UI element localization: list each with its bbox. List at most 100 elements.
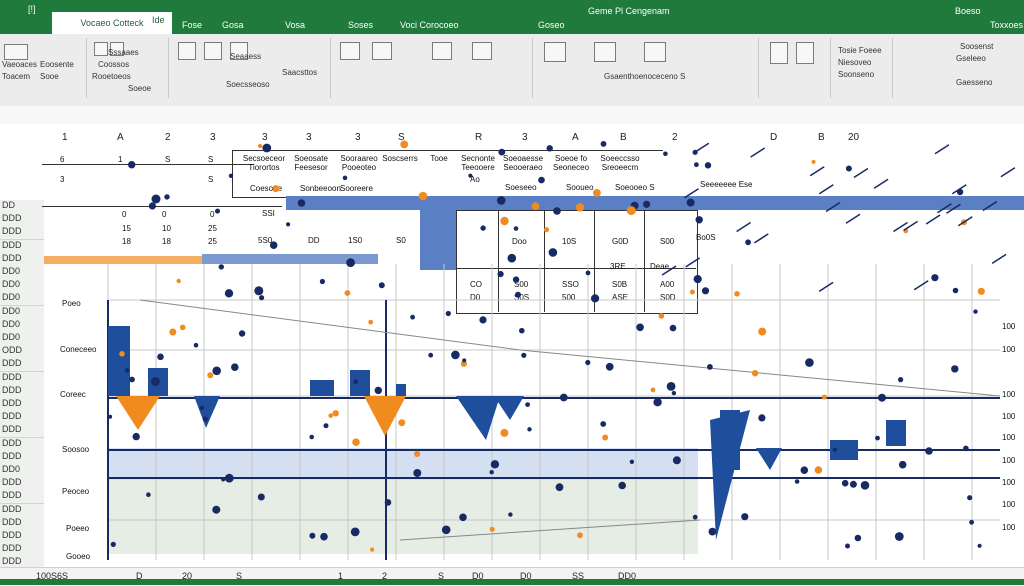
scatter-point	[585, 359, 591, 366]
scatter-point	[963, 445, 969, 452]
scatter-point	[199, 405, 205, 411]
scatter-point	[320, 532, 328, 541]
scatter-point	[898, 460, 907, 469]
scatter-point	[119, 351, 125, 357]
right-axis-label: 100	[1002, 433, 1016, 442]
triangle-marker	[364, 396, 406, 436]
scatter-point	[202, 416, 208, 422]
scatter-point	[751, 370, 759, 377]
scatter-point	[694, 162, 699, 168]
triangle-marker	[494, 396, 524, 420]
header-band	[420, 196, 456, 270]
scatter-point	[428, 352, 434, 358]
scatter-point	[543, 227, 550, 233]
scatter-point	[845, 543, 850, 549]
scatter-point	[319, 278, 325, 285]
scatter-point	[445, 310, 451, 317]
scatter-point	[262, 143, 272, 153]
scatter-point	[618, 481, 626, 490]
scatter-point	[414, 450, 421, 457]
right-axis-label: 100	[1002, 390, 1016, 399]
scatter-point	[794, 479, 800, 484]
scatter-point	[555, 483, 564, 492]
y-axis-label: Soosoo	[62, 445, 90, 454]
scatter-point	[701, 287, 710, 295]
scatter-point	[297, 199, 306, 207]
scatter-point	[653, 398, 662, 407]
scatter-point	[546, 145, 553, 152]
scatter-point	[398, 419, 406, 427]
scatter-point	[164, 194, 170, 200]
scatter-point	[346, 258, 355, 268]
scatter-point	[519, 327, 525, 334]
streak-line	[753, 233, 769, 244]
bar	[108, 326, 130, 396]
scatter-point	[512, 276, 520, 283]
scatter-point	[875, 435, 880, 441]
scatter-point	[704, 162, 712, 169]
band-blue	[108, 448, 698, 480]
scatter-point	[686, 198, 695, 207]
trend-line	[139, 299, 1001, 397]
scatter-point	[841, 479, 849, 487]
scatter-point	[258, 143, 263, 149]
scatter-point	[238, 330, 246, 337]
streak-line	[818, 281, 834, 293]
scatter-point	[860, 481, 870, 490]
scatter-point	[821, 394, 827, 400]
scatter-point	[741, 513, 749, 521]
scatter-point	[666, 382, 676, 391]
streak-line	[873, 178, 889, 189]
scatter-point	[695, 216, 703, 224]
scatter-point	[413, 469, 422, 477]
streak-line	[925, 214, 941, 225]
scatter-point	[894, 532, 904, 541]
scatter-point	[169, 328, 177, 336]
scatter-point	[977, 287, 985, 295]
scatter-point	[548, 248, 558, 257]
scatter-point	[925, 447, 933, 455]
scatter-point	[650, 387, 656, 393]
scatter-point	[898, 377, 904, 383]
scatter-point	[977, 543, 982, 548]
scatter-point	[384, 499, 392, 506]
scatter-point	[672, 456, 681, 465]
scatter-point	[332, 410, 339, 417]
right-axis-label: 100	[1002, 478, 1016, 487]
scatter-point	[176, 278, 181, 284]
band-green	[108, 480, 698, 554]
scatter-point	[734, 291, 740, 297]
scatter-point	[269, 241, 278, 249]
scatter-point	[669, 324, 677, 332]
scatter-point	[370, 547, 375, 552]
scatter-point	[215, 208, 220, 214]
scatter-point	[309, 532, 316, 539]
y-axis-label: Peoceo	[62, 487, 90, 496]
scatter-point	[693, 275, 702, 284]
scatter-point	[257, 493, 265, 501]
right-axis-label: 100	[1002, 523, 1016, 532]
scatter-point	[553, 207, 561, 215]
scatter-point	[128, 161, 136, 169]
scatter-point	[878, 393, 886, 402]
bar	[886, 420, 906, 446]
streak-line	[853, 167, 869, 179]
scatter-point	[951, 365, 959, 373]
scatter-point	[973, 309, 978, 314]
scatter-point	[212, 366, 221, 376]
y-axis-label: Coreec	[60, 390, 86, 399]
triangle-marker	[756, 448, 782, 470]
scatter-point	[849, 480, 857, 488]
triangle-marker	[456, 396, 500, 440]
scatter-point	[441, 525, 451, 535]
scatter-point	[224, 289, 234, 298]
scatter-point	[323, 423, 329, 429]
streak-line	[934, 144, 950, 155]
scatter-point	[629, 459, 635, 464]
scatter-point	[350, 527, 360, 537]
chart-overlay	[44, 140, 1024, 560]
scatter-point	[636, 323, 644, 332]
scatter-point	[157, 353, 164, 361]
streak-line	[903, 220, 919, 232]
scatter-point	[451, 350, 460, 360]
